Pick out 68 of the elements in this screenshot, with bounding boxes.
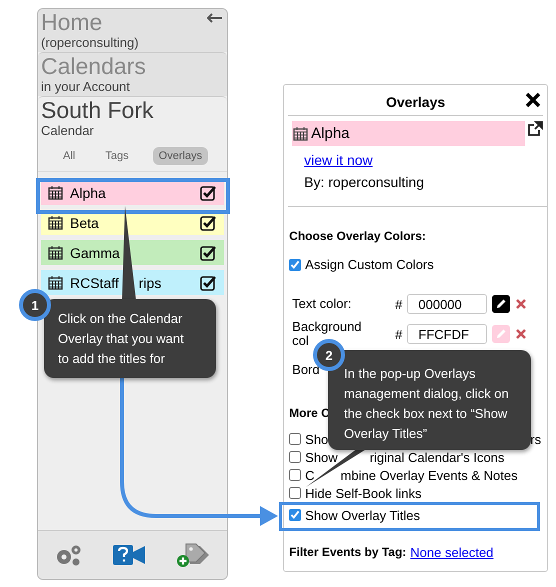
calendar-icon: [48, 245, 63, 260]
nav-section[interactable]: Calendars in your Account: [38, 52, 228, 96]
option-label: Show: [305, 450, 338, 464]
field-label: col: [292, 334, 309, 348]
help-video-icon[interactable]: [112, 544, 147, 566]
checkbox[interactable]: [289, 509, 302, 521]
calendar-icon: [293, 126, 308, 141]
color-field[interactable]: 000000: [407, 294, 488, 314]
filter-tab[interactable]: Tags: [99, 147, 135, 165]
field-label: Bord: [292, 363, 320, 377]
pencil-icon[interactable]: [492, 295, 510, 313]
external-link-icon[interactable]: [527, 121, 543, 137]
option-label: C: [305, 468, 315, 482]
callout-text: In the pop-up Overlays management dialog, click on the check box next to “Show Overlay Titles”: [344, 365, 510, 443]
checkbox[interactable]: [289, 258, 302, 270]
calendar-icon: [48, 185, 63, 200]
option-label: mbine Overlay Events & Notes: [340, 468, 518, 482]
option-label: Hide Self-Book links: [305, 486, 422, 500]
back-arrow-icon[interactable]: [207, 13, 224, 23]
delete-icon[interactable]: [515, 328, 528, 340]
section-title: Home: [41, 10, 102, 35]
checkbox-icon[interactable]: [200, 274, 216, 290]
overlay-name: Alpha: [311, 125, 350, 142]
calendar-icon: [48, 215, 63, 230]
checkbox-icon[interactable]: [200, 244, 216, 260]
overlay-item[interactable]: RCStaff rips: [41, 270, 224, 295]
hash-sign: #: [395, 296, 402, 312]
delete-icon[interactable]: [515, 298, 528, 310]
checkbox[interactable]: [289, 469, 302, 481]
overlay-name: RCStaff: [70, 274, 119, 290]
owner-text: By: roperconsulting: [304, 174, 425, 190]
option-label: Show Overlay Titles: [305, 508, 420, 522]
filter-tab[interactable]: All: [57, 147, 82, 165]
option-label: riginal Calendar's Icons: [370, 450, 504, 464]
checkbox-label: Assign Custom Colors: [305, 257, 434, 272]
overlay-name: Gamma: [70, 244, 120, 260]
section-title: South Fork: [41, 98, 154, 123]
view-link[interactable]: view it now: [304, 152, 543, 168]
step-badge: 1: [19, 289, 51, 321]
field-label: Background: [292, 320, 362, 334]
section-subtitle: (roperconsulting): [41, 35, 139, 50]
calendar-icon: [48, 275, 63, 290]
overlay-item[interactable]: Gamma: [41, 240, 224, 265]
checkbox-icon[interactable]: [200, 184, 216, 200]
checkbox[interactable]: [289, 487, 302, 499]
color-field[interactable]: FFCFDF: [407, 324, 488, 344]
section-subtitle: in your Account: [41, 79, 130, 94]
filter-tab[interactable]: Overlays: [152, 147, 208, 165]
section-subtitle: Calendar: [41, 123, 94, 138]
option-label: Sho: [305, 432, 328, 446]
overlay-name: rips: [138, 274, 162, 290]
filter-label: Filter Events by Tag:: [289, 545, 406, 559]
overlay-name: Beta: [70, 214, 99, 230]
checkbox-icon[interactable]: [200, 214, 216, 230]
callout-text: Click on the Calendar Overlay that you want to add the titles for: [58, 310, 185, 368]
checkbox[interactable]: [289, 451, 302, 463]
dialog-title: Overlays: [386, 94, 446, 110]
nav-section[interactable]: Home (roperconsulting): [38, 9, 228, 52]
overlay-item[interactable]: Alpha: [41, 180, 224, 205]
close-icon[interactable]: [525, 92, 541, 108]
checkbox[interactable]: [289, 433, 302, 445]
tag-filter-link[interactable]: None selected: [410, 545, 494, 560]
section-heading: Choose Overlay Colors:: [289, 229, 426, 243]
hash-sign: #: [395, 326, 402, 342]
overlay-name: Alpha: [70, 184, 106, 200]
option-label: rs: [530, 432, 542, 446]
field-label: Text color:: [292, 297, 352, 311]
section-title: Calendars: [41, 54, 146, 79]
